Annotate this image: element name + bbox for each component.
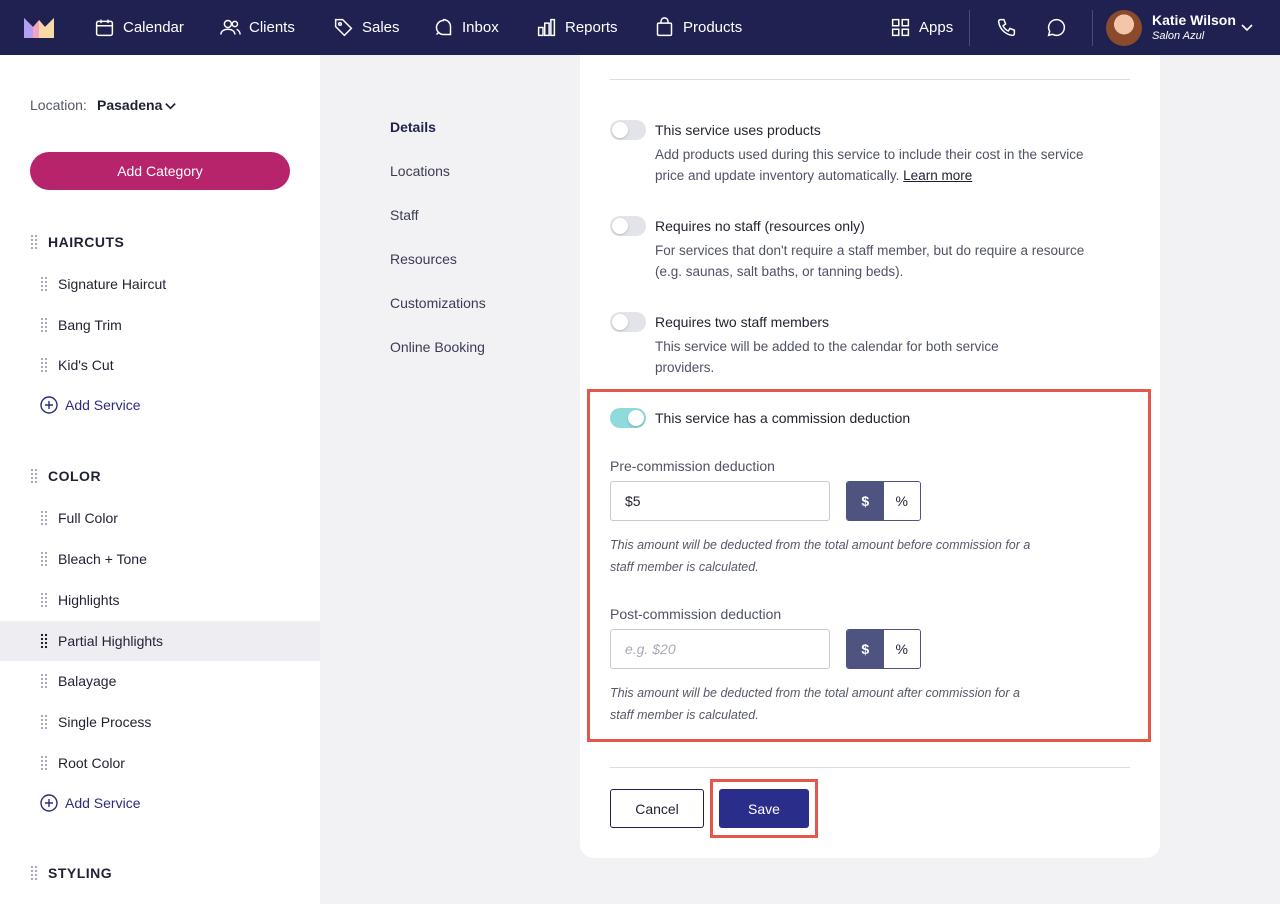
tab-locations[interactable]: Locations xyxy=(390,163,450,179)
nav-inbox[interactable]: Inbox xyxy=(433,0,499,55)
drag-handle-icon[interactable] xyxy=(40,317,48,333)
tag-icon xyxy=(334,18,353,37)
nav-sales[interactable]: Sales xyxy=(333,0,400,55)
divider xyxy=(610,79,1130,80)
option-description: This service will be added to the calend… xyxy=(655,339,999,375)
no-staff-toggle[interactable] xyxy=(610,216,646,236)
service-item[interactable]: Signature Haircut xyxy=(58,276,166,292)
service-item[interactable]: Highlights xyxy=(58,592,119,608)
nav-divider xyxy=(969,10,970,46)
option-description: Add products used during this service to… xyxy=(655,144,1085,186)
drag-handle-icon[interactable] xyxy=(40,673,48,689)
tab-staff[interactable]: Staff xyxy=(390,207,419,223)
user-salon: Salon Azul xyxy=(1152,30,1205,42)
tab-customizations[interactable]: Customizations xyxy=(390,295,486,311)
service-item[interactable]: Single Process xyxy=(58,714,151,730)
service-item[interactable]: Balayage xyxy=(58,673,116,689)
chevron-down-icon[interactable] xyxy=(164,99,177,112)
service-item[interactable]: Bleach + Tone xyxy=(58,551,147,567)
nav-products-label: Products xyxy=(683,19,743,36)
option-description: For services that don't require a staff … xyxy=(655,243,1085,279)
cancel-button[interactable]: Cancel xyxy=(610,789,704,828)
chevron-down-icon[interactable] xyxy=(1240,20,1254,34)
apps-grid-icon xyxy=(891,18,910,37)
add-service-label: Add Service xyxy=(65,795,141,811)
nav-calendar-label: Calendar xyxy=(123,19,184,36)
drag-handle-icon[interactable] xyxy=(40,510,48,526)
top-nav: Calendar Clients Sales Inbox Reports Pro… xyxy=(0,0,1280,55)
nav-apps[interactable]: Apps xyxy=(890,0,953,55)
category-heading: STYLING xyxy=(48,865,113,881)
nav-clients-label: Clients xyxy=(249,19,295,36)
service-item[interactable]: Root Color xyxy=(58,755,125,771)
add-service-button[interactable]: Add Service xyxy=(40,794,140,812)
nav-sales-label: Sales xyxy=(362,19,400,36)
calendar-icon xyxy=(95,19,114,37)
service-item[interactable]: Full Color xyxy=(58,510,118,526)
plus-circle-icon xyxy=(40,396,58,414)
option-description-text: Add products used during this service to… xyxy=(655,147,1084,183)
drag-handle-icon[interactable] xyxy=(30,234,38,250)
drag-handle-icon[interactable] xyxy=(40,551,48,567)
category-heading: COLOR xyxy=(48,468,102,484)
users-icon xyxy=(220,19,241,35)
uses-products-toggle[interactable] xyxy=(610,120,646,140)
option-title: Requires two staff members xyxy=(655,314,830,330)
sidebar: Location: Pasadena Add Category HAIRCUTS… xyxy=(0,55,320,904)
drag-handle-icon[interactable] xyxy=(40,633,48,649)
nav-reports-label: Reports xyxy=(565,19,618,36)
add-service-label: Add Service xyxy=(65,397,141,413)
nav-calendar[interactable]: Calendar xyxy=(94,0,184,55)
messages-button[interactable] xyxy=(1046,0,1067,55)
drag-handle-icon[interactable] xyxy=(30,468,38,484)
tab-online-booking[interactable]: Online Booking xyxy=(390,339,485,355)
option-title: Requires no staff (resources only) xyxy=(655,218,865,234)
service-item[interactable]: Kid's Cut xyxy=(58,357,114,373)
drag-handle-icon[interactable] xyxy=(30,865,38,881)
nav-clients[interactable]: Clients xyxy=(220,0,295,55)
bar-chart-icon xyxy=(537,18,556,37)
location-label: Location: xyxy=(30,97,87,113)
drag-handle-icon[interactable] xyxy=(40,592,48,608)
drag-handle-icon[interactable] xyxy=(40,755,48,771)
plus-circle-icon xyxy=(40,794,58,812)
option-title: This service uses products xyxy=(655,122,821,138)
location-selector[interactable]: Pasadena xyxy=(97,97,162,113)
nav-inbox-label: Inbox xyxy=(462,19,499,36)
two-staff-toggle[interactable] xyxy=(610,312,646,332)
nav-reports[interactable]: Reports xyxy=(536,0,618,55)
drag-handle-icon[interactable] xyxy=(40,714,48,730)
logo-icon[interactable] xyxy=(24,16,54,38)
avatar[interactable] xyxy=(1106,10,1142,46)
tab-details[interactable]: Details xyxy=(390,119,436,135)
drag-handle-icon[interactable] xyxy=(40,357,48,373)
nav-divider xyxy=(1092,10,1093,46)
add-service-button[interactable]: Add Service xyxy=(40,396,140,414)
service-item-active[interactable]: Partial Highlights xyxy=(58,633,163,649)
tab-resources[interactable]: Resources xyxy=(390,251,457,267)
learn-more-link[interactable]: Learn more xyxy=(903,168,972,183)
message-bubble-icon xyxy=(1047,18,1066,37)
save-button-highlight xyxy=(710,779,818,838)
phone-icon xyxy=(997,18,1016,37)
shopping-bag-icon xyxy=(656,17,673,37)
phone-button[interactable] xyxy=(996,0,1017,55)
service-item[interactable]: Bang Trim xyxy=(58,317,122,333)
chat-icon xyxy=(435,18,452,36)
add-category-button[interactable]: Add Category xyxy=(30,152,290,190)
divider xyxy=(610,767,1130,768)
drag-handle-icon[interactable] xyxy=(40,276,48,292)
nav-apps-label: Apps xyxy=(919,19,954,36)
category-heading: HAIRCUTS xyxy=(48,234,125,250)
commission-section-highlight xyxy=(587,389,1151,742)
user-name[interactable]: Katie Wilson xyxy=(1152,12,1236,28)
nav-products[interactable]: Products xyxy=(654,0,742,55)
